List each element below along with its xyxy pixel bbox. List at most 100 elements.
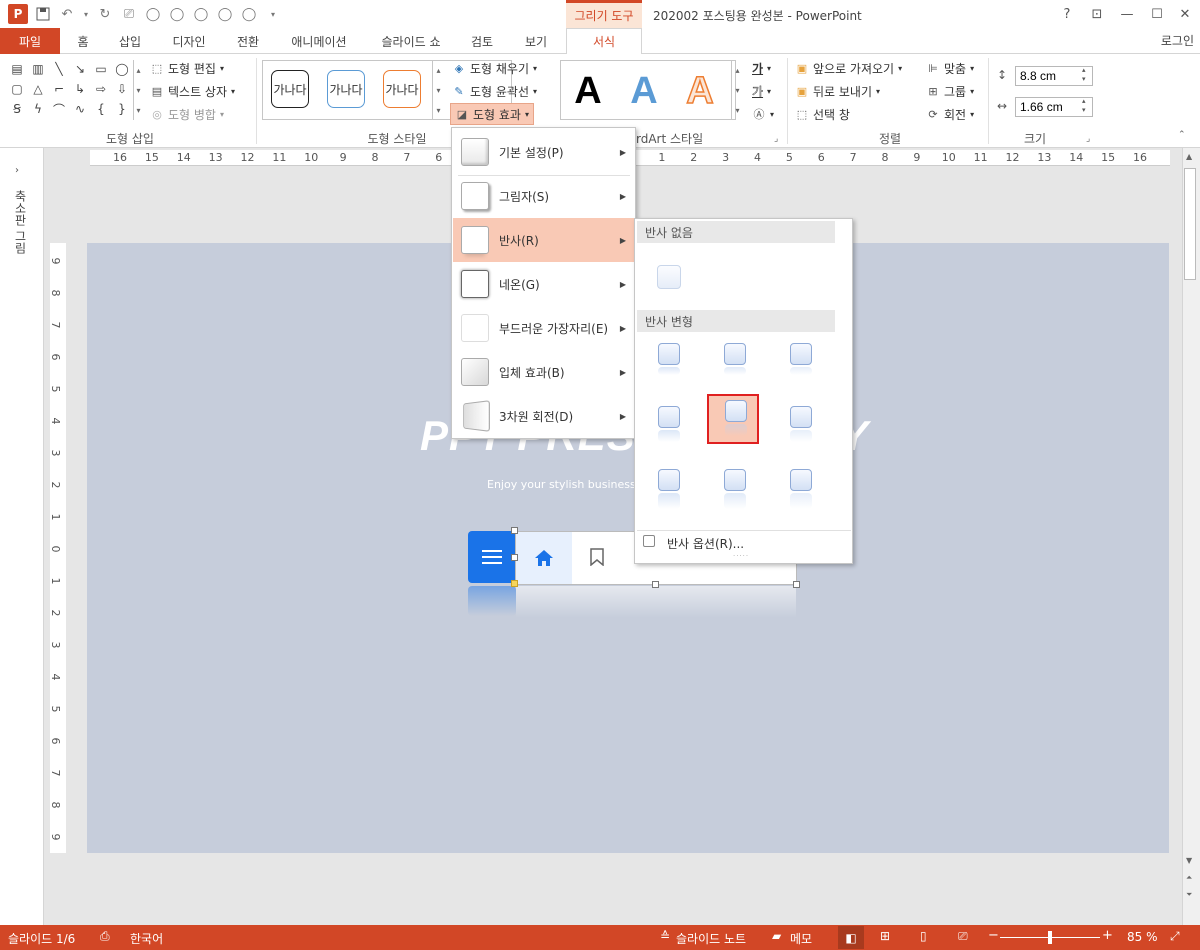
rounded-rect-shape-icon[interactable]: ▢ xyxy=(8,80,26,98)
reflection-variation-4[interactable] xyxy=(647,400,687,458)
shape-gallery[interactable]: ▤ ▥ ╲ ↘ ▭ ◯ ▢ △ ⌐ ↳ ⇨ ⇩ Ꞩ ϟ ⌒ ∿ { } xyxy=(8,60,132,120)
effects-menu-item-shadow[interactable]: 그림자(S) ▶ xyxy=(453,174,634,218)
shape-gallery-scroll[interactable]: ▴ ▾ ▾ xyxy=(133,60,143,120)
reflection-variation-2[interactable] xyxy=(713,337,753,395)
wordart-style-orange-outline[interactable]: A xyxy=(678,69,722,113)
tab-transitions[interactable]: 전환 xyxy=(226,28,270,54)
text-effects-button[interactable]: Ⓐ ▾ xyxy=(752,104,775,124)
selection-handle[interactable] xyxy=(511,527,518,534)
shape-style-gallery-scroll[interactable]: ▴ ▾ ▾ xyxy=(432,60,444,120)
tab-insert[interactable]: 삽입 xyxy=(110,28,150,54)
shape-ellipse-icon-2[interactable]: ◯ xyxy=(168,5,186,23)
effects-menu-item-glow[interactable]: 네온(G) ▶ xyxy=(453,262,634,306)
tab-review[interactable]: 검토 xyxy=(462,28,502,54)
selection-handle-adjust[interactable] xyxy=(511,580,518,587)
zoom-out-icon[interactable]: − xyxy=(988,928,999,943)
align-button[interactable]: ⊫ 맞춤 ▾ xyxy=(926,58,974,78)
language-indicator[interactable]: 한국어 xyxy=(130,930,163,947)
effects-menu-item-preset[interactable]: 기본 설정(P) ▶ xyxy=(453,130,634,174)
elbow-arrow-shape-icon[interactable]: ↳ xyxy=(71,80,89,98)
vertical-text-box-shape-icon[interactable]: ▥ xyxy=(29,60,47,78)
shape-effects-button[interactable]: ◪ 도형 효과 ▾ xyxy=(450,103,534,125)
thumbnail-pane-label[interactable]: 축소판 그림 xyxy=(12,190,29,254)
shape-outline-button[interactable]: ✎ 도형 윤곽선 ▾ xyxy=(452,81,537,101)
lightning-shape-icon[interactable]: ϟ xyxy=(29,100,47,118)
undo-icon[interactable]: ↶ xyxy=(58,5,76,23)
rotate-button[interactable]: ⟳ 회전 ▾ xyxy=(926,104,974,124)
fit-to-window-icon[interactable]: ⤢ xyxy=(1170,929,1180,944)
effects-menu-item-reflection[interactable]: 반사(R) ▶ xyxy=(453,218,634,262)
undo-dropdown-icon[interactable]: ▾ xyxy=(82,5,90,23)
slide-subtitle[interactable]: Enjoy your stylish business a xyxy=(487,478,646,491)
redo-icon[interactable]: ↻ xyxy=(96,5,114,23)
reflection-variation-6[interactable] xyxy=(779,400,819,458)
rectangle-shape-icon[interactable]: ▭ xyxy=(92,60,110,78)
right-arrow-shape-icon[interactable]: ⇨ xyxy=(92,80,110,98)
shape-fill-button[interactable]: ◈ 도형 채우기 ▾ xyxy=(452,58,537,78)
wordart-style-black[interactable]: A xyxy=(566,70,610,113)
dialog-launcher-icon[interactable]: ⌟ xyxy=(774,134,778,144)
tab-animations[interactable]: 애니메이션 xyxy=(282,28,356,54)
shape-ellipse-icon[interactable]: ◯ xyxy=(144,5,162,23)
minimize-icon[interactable]: — xyxy=(1110,0,1144,28)
resize-grip[interactable]: ····· xyxy=(733,552,749,560)
tab-home[interactable]: 홈 xyxy=(66,28,100,54)
reading-view-icon[interactable]: ▯ xyxy=(920,929,927,943)
text-box-button[interactable]: ▤ 텍스트 상자 ▾ xyxy=(150,81,235,101)
left-brace-shape-icon[interactable]: { xyxy=(92,100,110,118)
selection-pane-button[interactable]: ⬚ 선택 창 xyxy=(795,104,850,124)
triangle-shape-icon[interactable]: △ xyxy=(29,80,47,98)
shape-ellipse-icon-3[interactable]: ◯ xyxy=(192,5,210,23)
tab-view[interactable]: 보기 xyxy=(516,28,556,54)
zoom-slider-thumb[interactable] xyxy=(1048,931,1052,944)
collapse-ribbon-icon[interactable]: ⌃ xyxy=(1178,130,1186,140)
bring-forward-button[interactable]: ▣ 앞으로 가져오기 ▾ xyxy=(795,58,902,78)
shape-ellipse-icon-5[interactable]: ◯ xyxy=(240,5,258,23)
login-link[interactable]: 로그인 xyxy=(1161,32,1194,49)
reflection-options-item[interactable]: 반사 옵션(R)... xyxy=(667,535,744,552)
menu-shape[interactable] xyxy=(468,531,516,583)
help-icon[interactable]: ? xyxy=(1050,0,1084,28)
shape-style-sample-2[interactable]: 가나다 xyxy=(327,70,365,108)
customize-qat-icon[interactable]: ▾ xyxy=(264,5,282,23)
scroll-up-icon[interactable]: ▴ xyxy=(436,66,440,75)
freeform-shape-icon[interactable]: Ꞩ xyxy=(8,100,26,118)
line-shape-icon[interactable]: ╲ xyxy=(50,60,68,78)
spellcheck-icon[interactable]: ⎙ xyxy=(100,929,110,944)
height-spinner[interactable]: ▴ ▾ xyxy=(1082,66,1086,84)
save-icon[interactable] xyxy=(34,5,52,23)
oval-shape-icon[interactable]: ◯ xyxy=(113,60,131,78)
comments-button[interactable]: 메모 xyxy=(790,930,812,947)
notes-button[interactable]: 슬라이드 노트 xyxy=(676,930,746,947)
scroll-up-icon[interactable]: ▴ xyxy=(735,66,739,75)
tab-slideshow[interactable]: 슬라이드 쇼 xyxy=(368,28,454,54)
wordart-style-blue[interactable]: A xyxy=(622,70,666,113)
reflection-variation-5[interactable] xyxy=(707,394,759,444)
group-button[interactable]: ⊞ 그룹 ▾ xyxy=(926,81,974,101)
effects-menu-item-soft-edges[interactable]: 부드러운 가장자리(E) ▶ xyxy=(453,306,634,350)
reflection-variation-8[interactable] xyxy=(713,463,753,521)
scroll-down-icon[interactable]: ▾ xyxy=(436,86,440,95)
effects-menu-item-bevel[interactable]: 입체 효과(B) ▶ xyxy=(453,350,634,394)
zoom-level[interactable]: 85 % xyxy=(1127,930,1158,944)
normal-view-icon[interactable]: ◧ xyxy=(838,926,864,949)
arrow-line-shape-icon[interactable]: ↘ xyxy=(71,60,89,78)
send-backward-button[interactable]: ▣ 뒤로 보내기 ▾ xyxy=(795,81,880,101)
width-spinner[interactable]: ▴ ▾ xyxy=(1082,97,1086,115)
gallery-more-icon[interactable]: ▾ xyxy=(735,106,739,115)
next-slide-icon[interactable]: ⏷ xyxy=(1186,890,1192,900)
reflection-variation-7[interactable] xyxy=(647,463,687,521)
reflection-variation-1[interactable] xyxy=(647,337,687,395)
scroll-down-icon[interactable]: ▾ xyxy=(735,86,739,95)
scrollbar-thumb[interactable] xyxy=(1184,168,1196,280)
selection-handle[interactable] xyxy=(511,554,518,561)
effects-menu-item-3d-rotation[interactable]: 3차원 회전(D) ▶ xyxy=(453,394,634,438)
slide-sorter-view-icon[interactable]: ⊞ xyxy=(880,929,890,943)
reflection-variation-3[interactable] xyxy=(779,337,819,395)
bookmark-icon[interactable] xyxy=(590,548,604,569)
curve-shape-icon[interactable]: ∿ xyxy=(71,100,89,118)
shape-style-sample-3[interactable]: 가나다 xyxy=(383,70,421,108)
arc-shape-icon[interactable]: ⌒ xyxy=(50,100,68,118)
selection-handle[interactable] xyxy=(793,581,800,588)
text-outline-button[interactable]: 가 ▾ xyxy=(752,81,771,101)
